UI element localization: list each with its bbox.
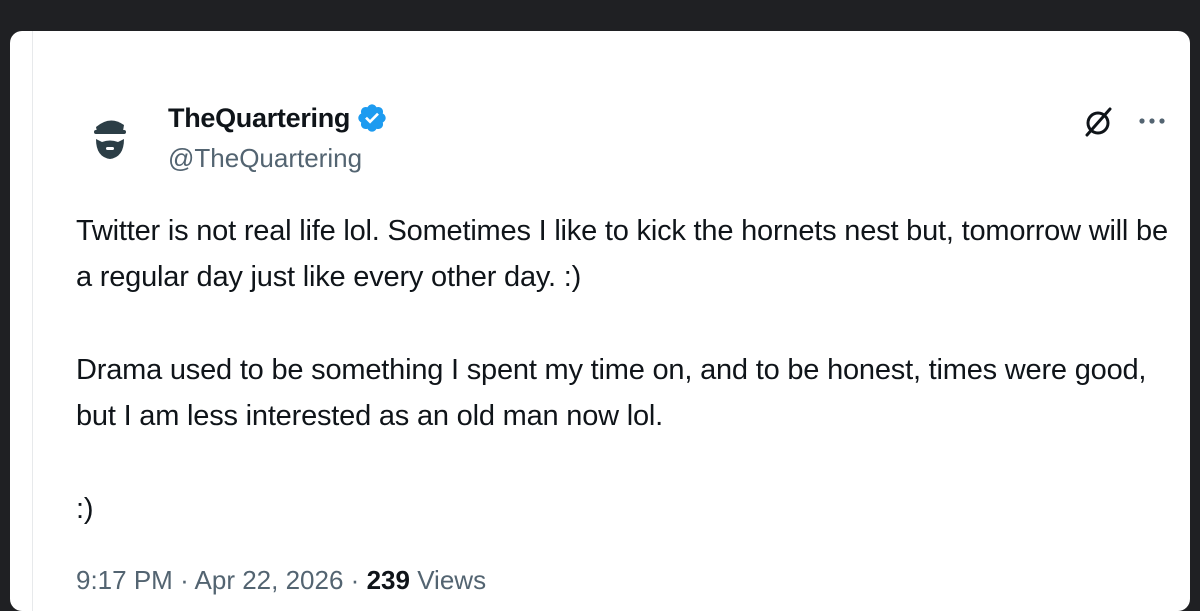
meta-separator: · <box>180 565 189 595</box>
meta-separator: · <box>350 565 360 595</box>
tweet-paragraph-1: Twitter is not real life lol. Sometimes … <box>76 215 1168 293</box>
avatar[interactable] <box>82 109 138 165</box>
more-options-icon[interactable] <box>1134 106 1174 136</box>
views-count: 239 <box>366 565 410 595</box>
display-name-text: TheQuartering <box>168 102 351 133</box>
card-border-line <box>32 31 33 611</box>
tweet-date[interactable]: Apr 22, 2026 <box>195 565 344 595</box>
views-label: Views <box>417 565 487 595</box>
tweet-paragraph-2: Drama used to be something I spent my ti… <box>76 354 1147 432</box>
tweet-card: TheQuartering @TheQuartering Twitter is … <box>10 31 1190 611</box>
grok-icon[interactable] <box>1082 105 1116 139</box>
tweet-time[interactable]: 9:17 PM <box>76 565 173 595</box>
tweet-meta: 9:17 PM · Apr 22, 2026 · 239 Views <box>76 565 486 596</box>
tweet-paragraph-3: :) <box>76 493 94 525</box>
verified-badge-icon[interactable] <box>356 102 388 134</box>
user-handle[interactable]: @TheQuartering <box>168 143 362 174</box>
display-name[interactable]: TheQuartering <box>168 102 388 134</box>
